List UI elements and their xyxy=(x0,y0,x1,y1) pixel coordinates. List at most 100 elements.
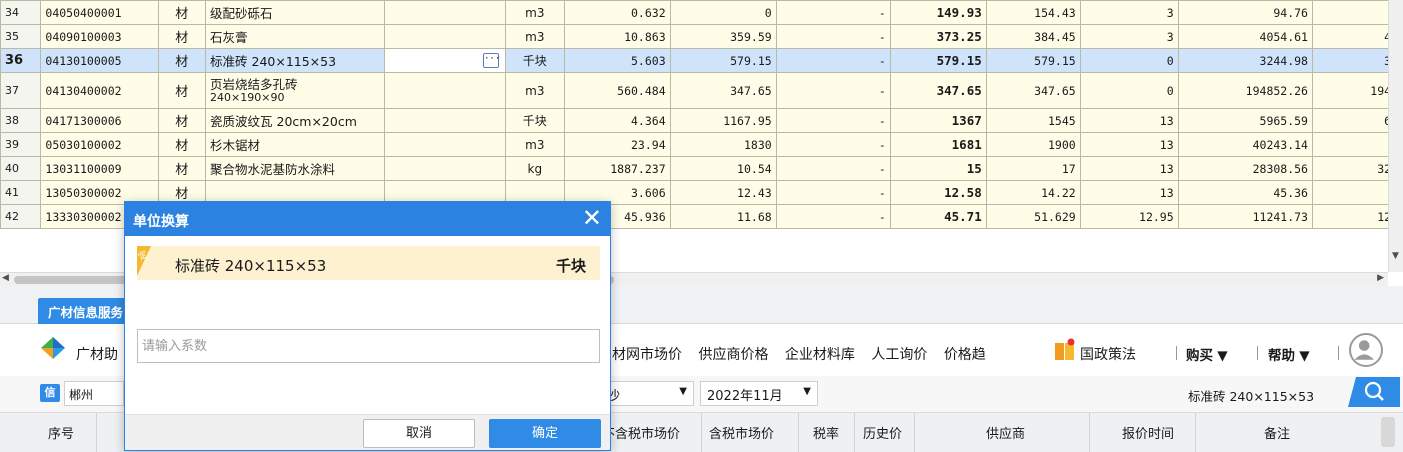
spec-cell[interactable] xyxy=(383,132,507,157)
material-name[interactable]: 标准砖 240×115×53 xyxy=(205,48,385,73)
scroll-left-arrow-icon[interactable]: ◀ xyxy=(2,273,9,283)
table-row[interactable]: 39 05030100002 材杉木锯材 m3 23.94 1830-1681 1900 13… xyxy=(0,132,1403,157)
row-number[interactable]: 36 xyxy=(0,48,42,73)
material-type[interactable]: 材 xyxy=(157,108,207,133)
spec-cell[interactable] xyxy=(383,108,507,133)
row-number[interactable]: 35 xyxy=(0,24,42,49)
price-diff[interactable]: - xyxy=(775,204,891,229)
market-price-incl-tax[interactable]: 1900 xyxy=(985,132,1081,157)
search-button[interactable] xyxy=(1340,377,1400,407)
row-number[interactable]: 40 xyxy=(0,156,42,181)
amount[interactable]: 94.76 xyxy=(1177,0,1313,25)
market-price-excl-tax[interactable]: 15 xyxy=(889,156,987,181)
material-type[interactable]: 材 xyxy=(157,72,207,109)
budget-price[interactable]: 1167.95 xyxy=(669,108,777,133)
amount[interactable]: 3244.98 xyxy=(1177,48,1313,73)
material-unit[interactable]: m3 xyxy=(505,72,565,109)
amount[interactable]: 4054.61 xyxy=(1177,24,1313,49)
budget-price[interactable]: 0 xyxy=(669,0,777,25)
budget-price[interactable]: 10.54 xyxy=(669,156,777,181)
table-row[interactable]: 36 04130100005 材标准砖 240×115×53 ··· 千块 5.603 57… xyxy=(0,48,1403,73)
tax-rate[interactable]: 12.95 xyxy=(1079,204,1179,229)
price-diff[interactable]: - xyxy=(775,72,891,109)
material-type[interactable]: 材 xyxy=(157,132,207,157)
material-unit[interactable]: m3 xyxy=(505,0,565,25)
quantity[interactable]: 0.632 xyxy=(563,0,671,25)
table-row[interactable]: 34 04050400001 材级配砂砾石 m3 0.632 0-149.93 154.43… xyxy=(0,0,1403,25)
market-price-incl-tax[interactable]: 17 xyxy=(985,156,1081,181)
market-price-incl-tax[interactable]: 347.65 xyxy=(985,72,1081,109)
budget-price[interactable]: 1830 xyxy=(669,132,777,157)
buy-menu[interactable]: 购买 ▼ xyxy=(1186,344,1228,364)
material-type[interactable]: 材 xyxy=(157,156,207,181)
material-name[interactable]: 杉木锯材 xyxy=(205,132,385,157)
quantity[interactable]: 10.863 xyxy=(563,24,671,49)
toolbar-assistant-label[interactable]: 广材助 xyxy=(76,344,118,364)
tax-rate[interactable]: 13 xyxy=(1079,180,1179,205)
row-number[interactable]: 38 xyxy=(0,108,42,133)
budget-price[interactable]: 347.65 xyxy=(669,72,777,109)
period-select[interactable]: 2022年11月 ▼ xyxy=(700,381,818,406)
market-price-excl-tax[interactable]: 347.65 xyxy=(889,72,987,109)
amount[interactable]: 40243.14 xyxy=(1177,132,1313,157)
material-code[interactable]: 04130100005 xyxy=(40,48,159,73)
col-header-price-incl-tax[interactable]: 含税市场价 xyxy=(709,423,774,442)
budget-price[interactable]: 579.15 xyxy=(669,48,777,73)
market-price-incl-tax[interactable]: 14.22 xyxy=(985,180,1081,205)
price-list-scroll-thumb[interactable] xyxy=(1381,417,1395,447)
spec-cell[interactable] xyxy=(383,0,507,25)
tax-rate[interactable]: 0 xyxy=(1079,48,1179,73)
row-number[interactable]: 42 xyxy=(0,204,42,229)
material-unit[interactable]: 千块 xyxy=(505,48,565,73)
tax-rate[interactable]: 13 xyxy=(1079,132,1179,157)
table-row[interactable]: 35 04090100003 材石灰膏 m3 10.863 359.59-373.25 38… xyxy=(0,24,1403,49)
material-code[interactable]: 13031100009 xyxy=(40,156,159,181)
table-row[interactable]: 37 04130400002 材页岩烧结多孔砖 240×190×90 m3 560.484… xyxy=(0,72,1403,109)
material-name[interactable]: 石灰膏 xyxy=(205,24,385,49)
market-price-excl-tax[interactable]: 12.58 xyxy=(889,180,987,205)
spec-cell[interactable]: ··· xyxy=(383,48,507,73)
link-price-trend[interactable]: 价格趋 xyxy=(944,347,986,363)
material-code[interactable]: 05030100002 xyxy=(40,132,159,157)
price-diff[interactable]: - xyxy=(775,108,891,133)
row-number[interactable]: 41 xyxy=(0,180,42,205)
price-diff[interactable]: - xyxy=(775,0,891,25)
material-name[interactable]: 聚合物水泥基防水涂料 xyxy=(205,156,385,181)
material-name[interactable]: 瓷质波纹瓦 20cm×20cm xyxy=(205,108,385,133)
market-price-excl-tax[interactable]: 45.71 xyxy=(889,204,987,229)
scroll-down-arrow-icon[interactable]: ▼ xyxy=(1392,251,1399,261)
user-avatar-icon[interactable] xyxy=(1349,333,1383,367)
market-price-excl-tax[interactable]: 579.15 xyxy=(889,48,987,73)
col-header-price-excl-tax[interactable]: 不含税市场价 xyxy=(602,423,680,442)
material-type[interactable]: 材 xyxy=(157,0,207,25)
market-price-incl-tax[interactable]: 579.15 xyxy=(985,48,1081,73)
material-unit[interactable]: m3 xyxy=(505,24,565,49)
material-type[interactable]: 材 xyxy=(157,24,207,49)
material-name[interactable]: 页岩烧结多孔砖 240×190×90 xyxy=(205,72,385,109)
material-unit[interactable]: 千块 xyxy=(505,108,565,133)
market-price-excl-tax[interactable]: 373.25 xyxy=(889,24,987,49)
price-diff[interactable]: - xyxy=(775,156,891,181)
region-select[interactable]: 沙 ▼ xyxy=(600,381,694,406)
spec-cell[interactable] xyxy=(383,24,507,49)
col-header-tax-rate[interactable]: 税率 xyxy=(813,423,839,442)
table-row[interactable]: 40 13031100009 材聚合物水泥基防水涂料 kg 1887.237 10.54-… xyxy=(0,156,1403,181)
market-price-excl-tax[interactable]: 1681 xyxy=(889,132,987,157)
quantity[interactable]: 5.603 xyxy=(563,48,671,73)
row-number[interactable]: 34 xyxy=(0,0,42,25)
material-code[interactable]: 04130400002 xyxy=(40,72,159,109)
link-enterprise-library[interactable]: 企业材料库 xyxy=(785,347,855,363)
price-diff[interactable]: - xyxy=(775,24,891,49)
market-price-incl-tax[interactable]: 51.629 xyxy=(985,204,1081,229)
market-price-incl-tax[interactable]: 154.43 xyxy=(985,0,1081,25)
budget-price[interactable]: 11.68 xyxy=(669,204,777,229)
amount[interactable]: 45.36 xyxy=(1177,180,1313,205)
vertical-scrollbar[interactable]: ▼ xyxy=(1388,0,1403,272)
quantity[interactable]: 560.484 xyxy=(563,72,671,109)
quantity[interactable]: 4.364 xyxy=(563,108,671,133)
price-diff[interactable]: - xyxy=(775,48,891,73)
material-unit[interactable]: m3 xyxy=(505,132,565,157)
tax-rate[interactable]: 3 xyxy=(1079,24,1179,49)
amount[interactable]: 194852.26 xyxy=(1177,72,1313,109)
material-search-value[interactable]: 标准砖 240×115×53 xyxy=(1188,386,1314,405)
